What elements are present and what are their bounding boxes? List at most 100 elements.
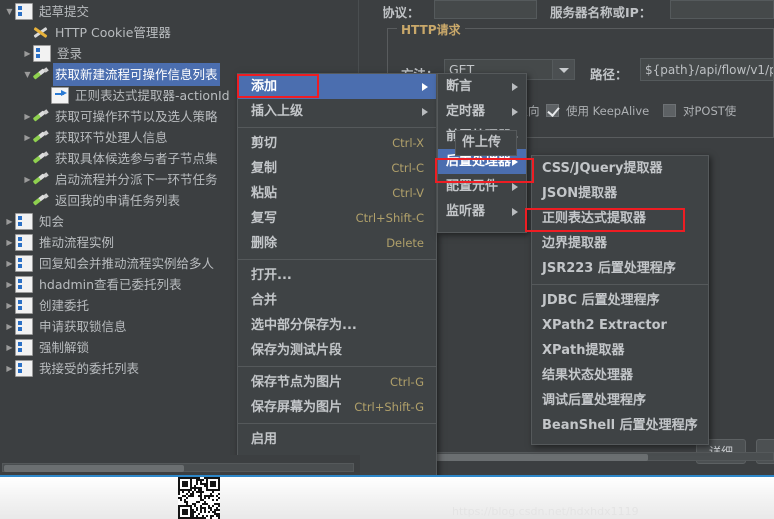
chevron-right-icon[interactable]: ▶ — [4, 316, 15, 337]
menu-item[interactable]: 复写 Ctrl+Shift-C — [238, 206, 436, 231]
keepalive-label: 使用 KeepAlive — [566, 104, 650, 118]
chevron-right-icon[interactable]: ▶ — [4, 358, 15, 379]
protocol-label: 协议： — [382, 5, 420, 20]
menu-item[interactable]: 剪切 Ctrl-X — [238, 131, 436, 156]
menu-item[interactable]: 保存节点为图片 Ctrl-G — [238, 370, 436, 395]
http-sampler-icon — [33, 109, 49, 124]
chevron-right-icon — [512, 158, 518, 166]
menu-item[interactable]: 删除 Delete — [238, 231, 436, 256]
menu-item[interactable]: 粘贴 Ctrl-V — [238, 181, 436, 206]
path-input[interactable]: ${path}/api/flow/v1/pr — [640, 58, 774, 81]
chevron-down-icon[interactable]: ▼ — [4, 1, 15, 22]
chevron-right-icon[interactable]: ▶ — [22, 169, 33, 190]
chevron-right-icon — [422, 83, 428, 91]
thread-group-icon — [15, 360, 33, 377]
menu-item[interactable]: 合并 — [238, 288, 436, 313]
menu-item-label: 删除 — [251, 236, 278, 251]
http-sampler-icon — [33, 67, 49, 82]
chevron-right-icon[interactable]: ▶ — [22, 106, 33, 127]
menu-item[interactable]: 定时器 — [438, 99, 526, 124]
menu-item[interactable]: CSS/JQuery提取器 — [532, 156, 708, 181]
menu-item[interactable]: 结果状态处理器 — [532, 363, 708, 388]
menu-item-label: JDBC 后置处理程序 — [542, 293, 660, 308]
tree-item-label: 强制解锁 — [39, 340, 90, 355]
thread-group-icon — [15, 318, 33, 335]
menu-item[interactable]: 断言 — [438, 74, 526, 99]
http-request-group-title: HTTP请求 — [397, 21, 465, 38]
protocol-input[interactable] — [434, 0, 537, 19]
menu-item[interactable]: 打开... — [238, 263, 436, 288]
server-label: 服务器名称或IP： — [550, 5, 652, 20]
menu-item[interactable]: JSON提取器 — [532, 181, 708, 206]
chevron-right-icon — [512, 208, 518, 216]
menu-item-label: 剪切 — [251, 136, 278, 151]
context-menu-tree[interactable]: 添加插入上级剪切 Ctrl-X 复制 Ctrl-C 粘贴 Ctrl-V 复写 Ctrl+Shi… — [237, 73, 437, 519]
chevron-right-icon[interactable]: ▶ — [4, 232, 15, 253]
chevron-down-icon[interactable] — [552, 60, 574, 79]
chevron-right-icon[interactable]: ▶ — [4, 253, 15, 274]
chevron-right-icon[interactable]: ▶ — [22, 43, 33, 64]
tree-hscrollbar[interactable] — [2, 463, 354, 472]
menu-item-label: 粘贴 — [251, 186, 278, 201]
tree-item[interactable]: ▼ 起草提交 — [0, 0, 358, 21]
context-submenu-post-processor[interactable]: CSS/JQuery提取器 JSON提取器正则表达式提取器边界提取器 JSR223 … — [531, 155, 709, 445]
menu-item[interactable]: 启用 — [238, 427, 436, 452]
thread-group-icon — [15, 213, 33, 230]
chevron-right-icon[interactable]: ▶ — [22, 127, 33, 148]
tree-item-label: 获取具体候选参与者子节点集 — [55, 151, 218, 166]
qr-code-image — [178, 477, 220, 519]
menu-item[interactable]: XPath2 Extractor — [532, 313, 708, 338]
menu-item[interactable]: 插入上级 — [238, 99, 436, 124]
menu-item[interactable]: 保存为测试片段 — [238, 338, 436, 363]
menu-item[interactable]: 添加 — [238, 74, 436, 99]
menu-item[interactable]: 正则表达式提取器 — [532, 206, 708, 231]
tree-item-label: 起草提交 — [39, 4, 90, 19]
menu-separator — [238, 366, 436, 367]
tree-item-label: 创建委托 — [39, 298, 90, 313]
menu-item[interactable]: JDBC 后置处理程序 — [532, 288, 708, 313]
menu-separator — [238, 423, 436, 424]
http-sampler-icon — [33, 130, 49, 145]
menu-item-label: 正则表达式提取器 — [542, 211, 647, 226]
post-processor-icon — [51, 87, 69, 104]
thread-group-icon — [15, 234, 33, 251]
menu-item-label: JSR223 后置处理程序 — [542, 261, 676, 276]
tree-item-label: 获取新建流程可操作信息列表 — [53, 63, 220, 86]
menu-item-label: 断言 — [446, 79, 473, 94]
menu-item[interactable]: 边界提取器 — [532, 231, 708, 256]
menu-item[interactable]: 监听器 — [438, 199, 526, 224]
menu-item[interactable]: BeanShell 后置处理程序 — [532, 413, 708, 438]
post-multipart-checkbox[interactable] — [663, 104, 676, 117]
chevron-right-icon[interactable]: ▶ — [4, 295, 15, 316]
menu-item-label: 插入上级 — [251, 104, 304, 119]
menu-separator — [532, 284, 708, 285]
server-input[interactable] — [670, 0, 774, 19]
editor-hscrollbar[interactable] — [386, 452, 774, 461]
chevron-right-icon[interactable]: ▶ — [4, 211, 15, 232]
chevron-right-icon[interactable]: ▶ — [4, 274, 15, 295]
chevron-right-icon[interactable]: ▶ — [4, 337, 15, 358]
menu-separator — [238, 259, 436, 260]
tree-item[interactable]: ▶ 登录 — [0, 42, 358, 63]
menu-item[interactable]: 调试后置处理程序 — [532, 388, 708, 413]
menu-item[interactable]: JSR223 后置处理程序 — [532, 256, 708, 281]
tree-item-label: 登录 — [57, 46, 83, 61]
menu-item[interactable]: XPath提取器 — [532, 338, 708, 363]
menu-item-accelerator: Ctrl-V — [392, 186, 424, 200]
cookie-manager-icon — [33, 25, 49, 40]
tree-item-label: 正则表达式提取器-actionId — [75, 88, 230, 103]
menu-item[interactable]: 配置元件 — [438, 174, 526, 199]
menu-item-label: 启用 — [251, 432, 278, 447]
tree-item[interactable]: HTTP Cookie管理器 — [0, 21, 358, 42]
menu-item-label: CSS/JQuery提取器 — [542, 161, 663, 176]
menu-item[interactable]: 选中部分保存为... — [238, 313, 436, 338]
keepalive-checkbox[interactable] — [546, 104, 559, 117]
http-sampler-icon — [33, 151, 49, 166]
tree-item-label: HTTP Cookie管理器 — [55, 25, 171, 40]
menu-item-label: 复制 — [251, 161, 278, 176]
chevron-down-icon[interactable]: ▼ — [22, 64, 33, 85]
menu-item-label: 打开... — [251, 268, 292, 283]
menu-item-accelerator: Ctrl-G — [390, 375, 424, 389]
menu-item[interactable]: 复制 Ctrl-C — [238, 156, 436, 181]
menu-item[interactable]: 保存屏幕为图片 Ctrl+Shift-G — [238, 395, 436, 420]
